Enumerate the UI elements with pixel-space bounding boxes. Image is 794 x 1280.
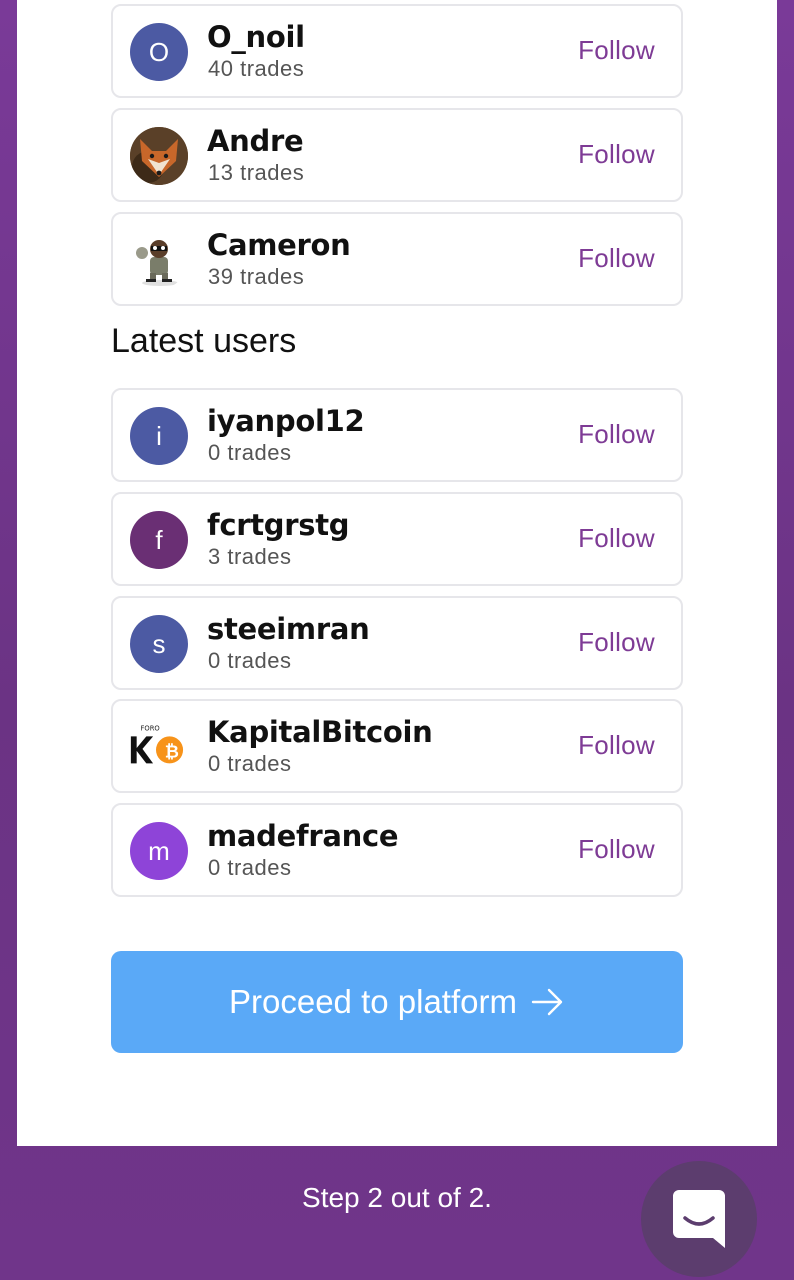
user-name: Cameron — [207, 228, 351, 262]
avatar-letter: O — [148, 36, 170, 67]
cartoon-robber-icon — [136, 240, 178, 286]
follow-button[interactable]: Follow — [578, 834, 655, 865]
user-card: s steeimran 0 trades Follow — [111, 596, 683, 690]
svg-text:₿: ₿ — [165, 743, 179, 763]
avatar-letter: m — [148, 835, 170, 866]
chat-button[interactable] — [641, 1161, 757, 1277]
follow-button[interactable]: Follow — [578, 627, 655, 658]
follow-button[interactable]: Follow — [578, 523, 655, 554]
avatar — [130, 231, 188, 289]
user-trades: 0 trades — [208, 751, 292, 776]
user-name: steeimran — [207, 612, 370, 646]
kapital-bitcoin-logo-icon: FORO ₿ — [130, 725, 184, 764]
avatar-letter: i — [156, 420, 162, 451]
user-name: Andre — [207, 124, 304, 158]
avatar: f — [130, 511, 188, 569]
avatar-letter: f — [155, 524, 163, 555]
avatar — [130, 127, 188, 185]
user-trades: 0 trades — [208, 440, 292, 465]
user-card: Cameron 39 trades Follow — [111, 212, 683, 306]
user-card: O O_noil 40 trades Follow — [111, 4, 683, 98]
user-card: m madefrance 0 trades Follow — [111, 803, 683, 897]
avatar-letter: s — [152, 628, 166, 659]
user-card: Andre 13 trades Follow — [111, 108, 683, 202]
user-name: KapitalBitcoin — [207, 715, 433, 749]
follow-button[interactable]: Follow — [578, 35, 655, 66]
user-card: FORO ₿ KapitalBitcoin 0 trades Follow — [111, 699, 683, 793]
user-trades: 40 trades — [208, 56, 305, 81]
avatar: s — [130, 615, 188, 673]
section-title-latest-users: Latest users — [111, 322, 297, 360]
user-trades: 3 trades — [208, 544, 292, 569]
avatar: i — [130, 407, 188, 465]
follow-button[interactable]: Follow — [578, 730, 655, 761]
avatar: O — [130, 23, 188, 81]
user-trades: 0 trades — [208, 648, 292, 673]
chat-icon — [673, 1190, 725, 1248]
follow-button[interactable]: Follow — [578, 243, 655, 274]
avatar: FORO ₿ — [127, 718, 185, 776]
proceed-label: Proceed to platform — [229, 983, 517, 1020]
follow-button[interactable]: Follow — [578, 419, 655, 450]
user-name: iyanpol12 — [207, 404, 365, 438]
follow-button[interactable]: Follow — [578, 139, 655, 170]
user-trades: 0 trades — [208, 855, 292, 880]
user-name: madefrance — [207, 819, 399, 853]
user-trades: 13 trades — [208, 160, 305, 185]
proceed-to-platform-button[interactable]: Proceed to platform — [111, 951, 683, 1053]
fox-avatar-icon — [130, 127, 188, 185]
user-trades: 39 trades — [208, 264, 305, 289]
logo-text: FORO — [141, 725, 160, 733]
user-name: fcrtgrstg — [207, 508, 350, 542]
arrow-right-icon — [531, 988, 563, 1016]
user-card: i iyanpol12 0 trades Follow — [111, 388, 683, 482]
user-card: f fcrtgrstg 3 trades Follow — [111, 492, 683, 586]
user-name: O_noil — [207, 20, 305, 54]
avatar: m — [130, 822, 188, 880]
